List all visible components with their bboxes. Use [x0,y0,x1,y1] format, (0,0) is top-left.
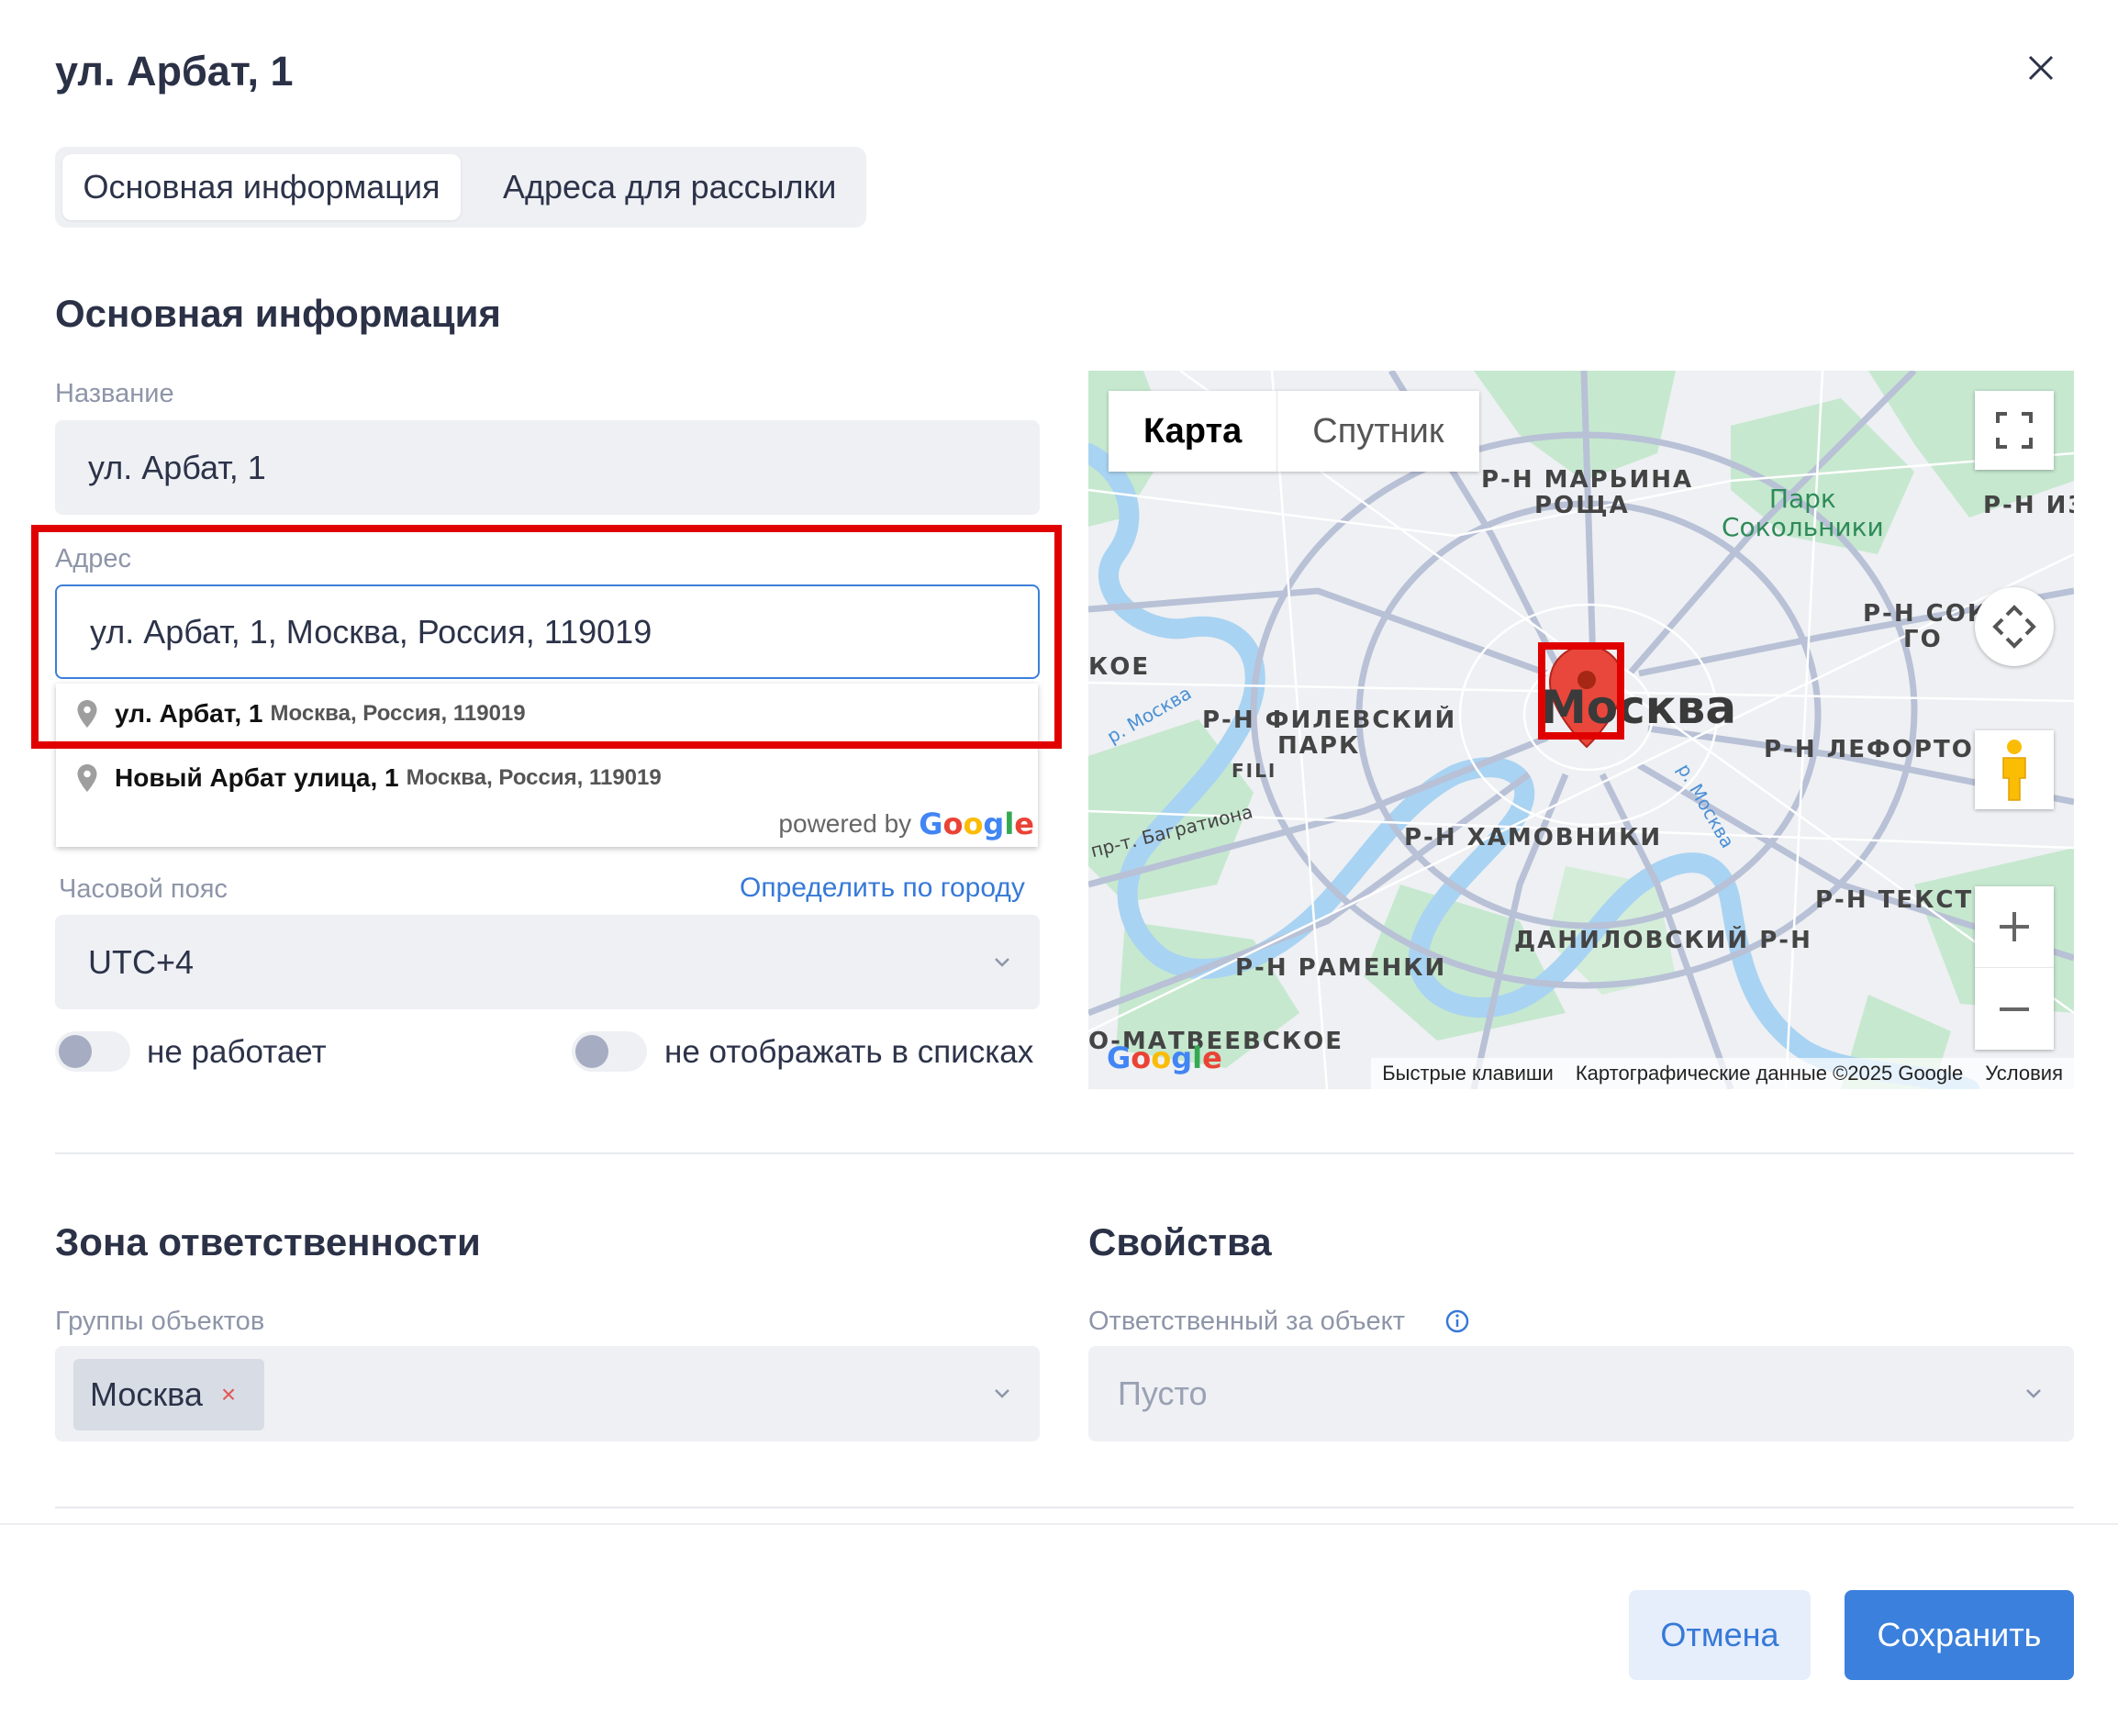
fullscreen-button[interactable] [1975,391,2054,470]
name-input-value: ул. Арбат, 1 [88,448,266,486]
zoom-in-button[interactable] [1975,886,2054,968]
save-button[interactable]: Сохранить [1845,1590,2074,1680]
map-pin-icon [77,764,97,792]
zoom-out-button[interactable] [1975,968,2054,1050]
map-label-park: Парк [1768,484,1836,514]
footer-divider [0,1523,2118,1525]
toggle-knob [575,1035,608,1068]
map-label: ГО [1903,626,1943,653]
tab-main-info[interactable]: Основная информация [62,154,461,220]
responsible-select[interactable]: Пусто [1088,1346,2074,1441]
map-label-sokolniki: Сокольники [1722,512,1884,542]
info-icon[interactable] [1444,1308,1470,1334]
autocomplete-item-main: Новый Арбат улица, 1 [115,763,399,792]
not-working-label: не работает [147,1034,327,1070]
powered-by-text: powered by [778,809,912,838]
section-title-responsibility: Зона ответственности [55,1220,481,1263]
street-view-button[interactable] [1975,730,2054,809]
section-divider [55,1152,2074,1154]
marker-highlight-box [1538,642,1624,740]
map-terms-link[interactable]: Условия [1985,1062,2063,1085]
map-type-satellite-button[interactable]: Спутник [1276,391,1478,472]
chevron-down-icon [995,1389,1009,1398]
map-label: FILI [1232,760,1277,782]
google-map-logo: Google [1107,1040,1222,1075]
map-type-map-button[interactable]: Карта [1109,391,1276,472]
map-data-attribution: Картографические данные ©2025 Google [1575,1062,1964,1085]
map-label: Р-Н ИЗ [1983,492,2074,519]
map-label: Р-Н МАРЬИНА [1481,466,1694,494]
map-label: Р-Н ХАМОВНИКИ [1404,824,1663,851]
map-label: Р-Н СОК [1863,600,1990,628]
pegman-icon [2002,740,2026,801]
fullscreen-icon [1996,412,2033,449]
responsible-placeholder: Пусто [1118,1374,1208,1412]
group-tag: Москва × [73,1359,264,1430]
keyboard-shortcuts-link[interactable]: Быстрые клавиши [1382,1062,1554,1085]
powered-by-google: powered by Google [778,807,1034,841]
map-footer: Быстрые клавиши Картографические данные … [1371,1058,2074,1089]
section-title-properties: Свойства [1088,1220,1272,1263]
map-label: КОЕ [1088,653,1151,681]
remove-tag-icon[interactable]: × [221,1380,236,1409]
map-label: ДАНИЛОВСКИЙ Р-Н [1514,927,1812,954]
name-input[interactable]: ул. Арбат, 1 [55,420,1040,515]
map-label: РОЩА [1534,492,1630,519]
close-icon [2028,55,2054,81]
name-label: Название [55,379,174,408]
map-type-switch: Карта Спутник [1109,391,1479,472]
plus-icon [2000,912,2029,941]
responsible-label: Ответственный за объект [1088,1307,1405,1336]
timezone-select[interactable]: UTC+4 [55,915,1040,1009]
tab-bar: Основная информация Адреса для рассылки [55,147,866,228]
autocomplete-item-sub: Москва, Россия, 119019 [406,765,662,790]
google-logo: Google [919,807,1034,841]
map-label: ПАРК [1277,732,1361,760]
chevron-down-icon [2026,1389,2041,1398]
group-tag-label: Москва [90,1375,203,1413]
cancel-button[interactable]: Отмена [1629,1590,1811,1680]
toggle-knob [59,1035,92,1068]
map-label: Р-Н ФИЛЕВСКИЙ [1202,707,1457,734]
timezone-label: Часовой пояс [59,874,228,904]
tab-mailing-addresses[interactable]: Адреса для рассылки [503,154,836,220]
autocomplete-item[interactable]: Новый Арбат улица, 1 Москва, Россия, 119… [56,748,1038,808]
detect-by-city-link[interactable]: Определить по городу [740,873,1025,904]
hide-in-lists-label: не отображать в списках [664,1034,1034,1070]
section-divider [55,1507,2074,1508]
pan-arrows-icon [1992,605,2036,649]
address-highlight-box [31,525,1062,749]
chevron-down-icon [995,958,1009,967]
minus-icon [2000,1007,2029,1011]
not-working-toggle[interactable] [55,1031,130,1072]
map-label: Р-Н ТЕКСТИ [1815,886,1995,914]
zoom-control [1975,886,2054,1050]
map-label: Р-Н РАМЕНКИ [1235,954,1447,982]
camera-control-button[interactable] [1975,587,2054,666]
dialog-title: ул. Арбат, 1 [55,48,294,95]
close-button[interactable] [2015,42,2067,94]
timezone-select-value: UTC+4 [88,942,195,981]
groups-label: Группы объектов [55,1307,265,1336]
map-label: Парк Сокольники [1722,484,1884,541]
section-title-main-info: Основная информация [55,292,501,335]
hide-in-lists-toggle[interactable] [572,1031,647,1072]
